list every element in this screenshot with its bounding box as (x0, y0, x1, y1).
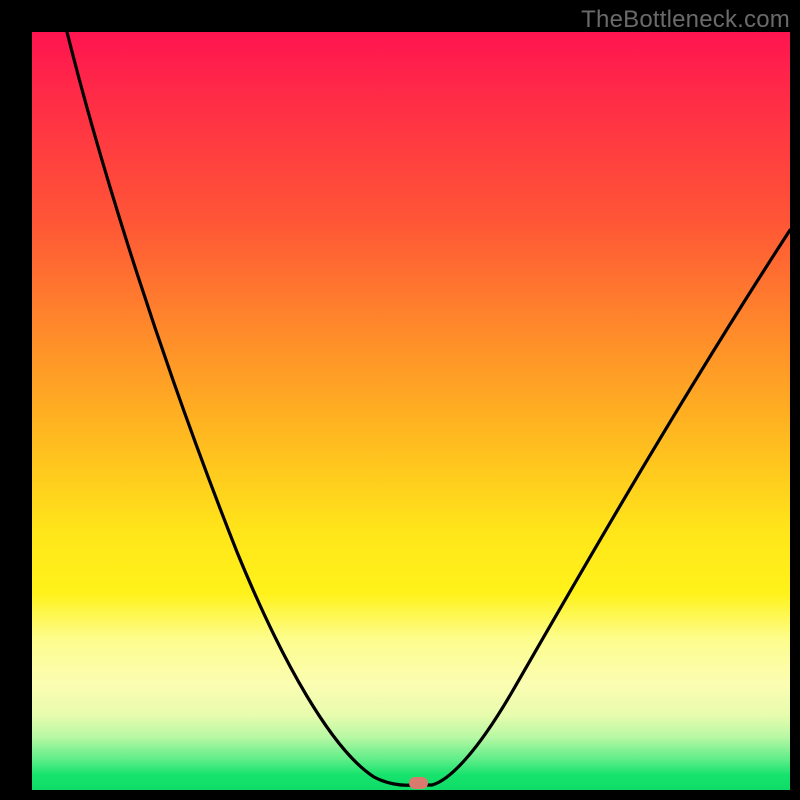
plot-area (32, 32, 790, 790)
chart-frame: TheBottleneck.com (0, 0, 800, 800)
watermark-text: TheBottleneck.com (581, 6, 790, 34)
optimum-marker (409, 777, 428, 789)
bottleneck-curve (32, 32, 790, 790)
